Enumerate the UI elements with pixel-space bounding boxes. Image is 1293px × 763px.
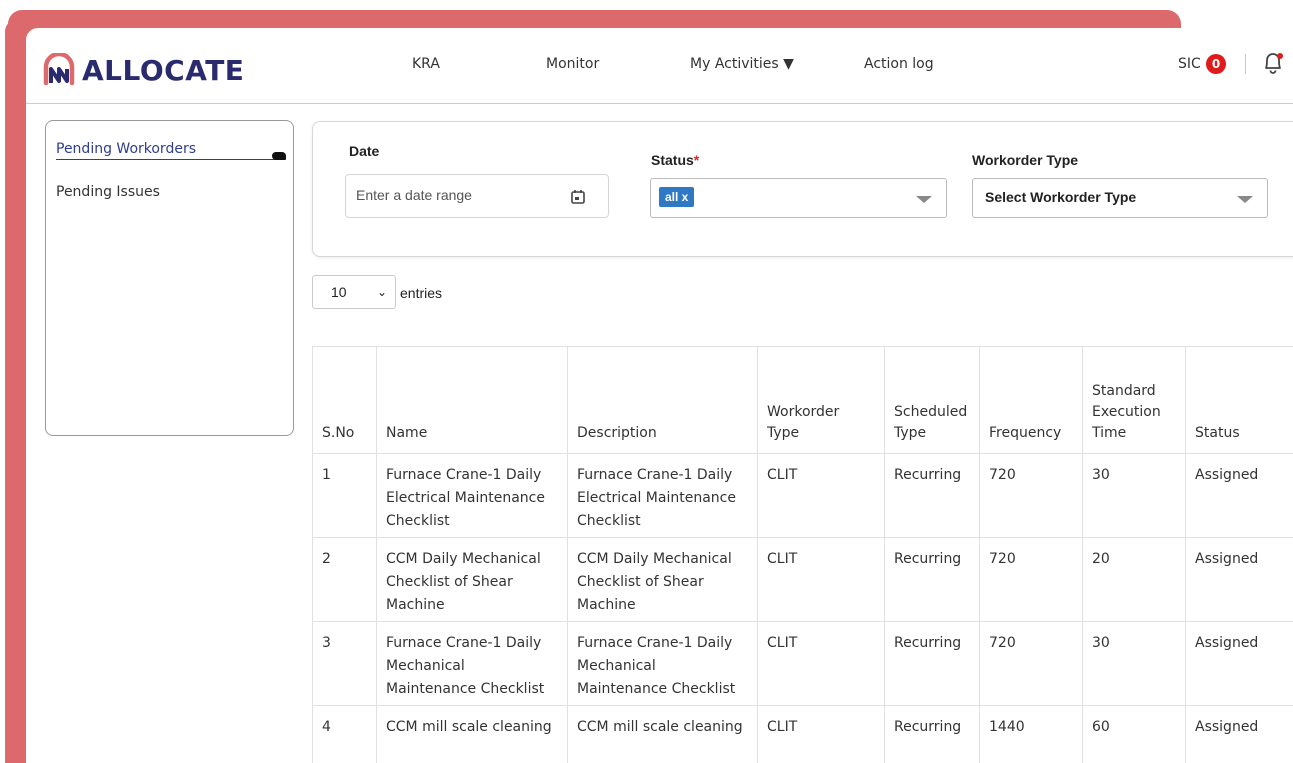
entries-per-page-select[interactable]: 10 ⌄	[312, 275, 396, 309]
workorder-type-value: Select Workorder Type	[985, 189, 1137, 205]
table-row[interactable]: 4 CCM mill scale cleaning CCM mill scale…	[312, 705, 1293, 763]
column-header[interactable]: Workorder Type	[757, 346, 885, 454]
column-header[interactable]: Name	[376, 346, 568, 454]
status-label-text: Status	[651, 152, 694, 168]
cell-name: CCM Daily Mechanical Checklist of Shear …	[376, 537, 568, 622]
entries-label: entries	[400, 285, 443, 301]
workorders-table: S.No Name Description Workorder Type Sch…	[312, 346, 1293, 763]
cell-description: Furnace Crane-1 Daily Electrical Mainten…	[567, 453, 758, 538]
cell-scheduled-type: Recurring	[884, 537, 980, 622]
sidebar-item-pending-issues[interactable]: Pending Issues	[56, 184, 160, 200]
cell-status: Assigned	[1185, 705, 1293, 763]
nav-kra[interactable]: KRA	[412, 56, 440, 72]
nav-my-activities-dropdown[interactable]: My Activities ▼	[690, 56, 794, 72]
cell-status: Assigned	[1185, 453, 1293, 538]
cell-workorder-type: CLIT	[757, 621, 885, 706]
bell-icon[interactable]	[1260, 50, 1286, 80]
cell-execution-time: 60	[1082, 705, 1186, 763]
date-range-field[interactable]	[345, 174, 609, 218]
cell-scheduled-type: Recurring	[884, 621, 980, 706]
cell-frequency: 1440	[979, 705, 1083, 763]
app-window: ALLOCATE KRA Monitor My Activities ▼ Act…	[26, 28, 1293, 763]
nav-action-log[interactable]: Action log	[864, 56, 934, 72]
status-filter-label: Status*	[651, 152, 699, 168]
chevron-down-icon: ⌄	[377, 285, 388, 299]
date-range-input[interactable]	[356, 187, 556, 203]
cell-sno: 4	[312, 705, 377, 763]
cell-workorder-type: CLIT	[757, 537, 885, 622]
filter-panel: Date Status* all x Workorder Type Select…	[312, 121, 1293, 257]
table-row[interactable]: 3 Furnace Crane-1 Daily Mechanical Maint…	[312, 621, 1293, 706]
cell-workorder-type: CLIT	[757, 705, 885, 763]
cell-execution-time: 30	[1082, 621, 1186, 706]
dropdown-caret-icon	[916, 196, 932, 203]
status-multiselect[interactable]: all x	[650, 178, 947, 218]
table-row[interactable]: 2 CCM Daily Mechanical Checklist of Shea…	[312, 537, 1293, 622]
top-navbar: ALLOCATE KRA Monitor My Activities ▼ Act…	[26, 28, 1293, 104]
cell-name: CCM mill scale cleaning	[376, 705, 568, 763]
workorder-type-select[interactable]: Select Workorder Type	[972, 178, 1268, 218]
column-header[interactable]: Frequency	[979, 346, 1083, 454]
sidebar-active-indicator	[272, 152, 286, 160]
cell-workorder-type: CLIT	[757, 453, 885, 538]
cell-status: Assigned	[1185, 621, 1293, 706]
table-row[interactable]: 1 Furnace Crane-1 Daily Electrical Maint…	[312, 453, 1293, 538]
table-header-row: S.No Name Description Workorder Type Sch…	[312, 346, 1293, 454]
dropdown-caret-icon	[1237, 196, 1253, 203]
date-filter-label: Date	[349, 143, 380, 159]
cell-frequency: 720	[979, 621, 1083, 706]
workorder-type-label: Workorder Type	[972, 152, 1079, 168]
column-header[interactable]: Description	[567, 346, 758, 454]
cell-description: Furnace Crane-1 Daily Mechanical Mainten…	[567, 621, 758, 706]
cell-status: Assigned	[1185, 537, 1293, 622]
cell-scheduled-type: Recurring	[884, 453, 980, 538]
cell-description: CCM mill scale cleaning	[567, 705, 758, 763]
column-header[interactable]: S.No	[312, 346, 377, 454]
cell-sno: 1	[312, 453, 377, 538]
calendar-icon[interactable]	[570, 189, 586, 209]
sidebar: Pending Workorders Pending Issues	[45, 120, 294, 436]
cell-description: CCM Daily Mechanical Checklist of Shear …	[567, 537, 758, 622]
column-header[interactable]: Status	[1185, 346, 1293, 454]
cell-execution-time: 20	[1082, 537, 1186, 622]
brand-logo[interactable]: ALLOCATE	[42, 48, 244, 92]
required-asterisk: *	[693, 152, 700, 168]
cell-scheduled-type: Recurring	[884, 705, 980, 763]
nav-monitor[interactable]: Monitor	[546, 56, 599, 72]
brand-name: ALLOCATE	[82, 53, 245, 87]
cell-frequency: 720	[979, 453, 1083, 538]
sidebar-active-underline	[56, 159, 284, 160]
cell-name: Furnace Crane-1 Daily Electrical Mainten…	[376, 453, 568, 538]
decorative-frame-left	[5, 18, 27, 763]
column-header[interactable]: Scheduled Type	[884, 346, 980, 454]
column-header[interactable]: Standard Execution Time	[1082, 346, 1186, 454]
cell-sno: 2	[312, 537, 377, 622]
cell-frequency: 720	[979, 537, 1083, 622]
status-tag-all[interactable]: all x	[659, 187, 695, 207]
header-divider	[1245, 54, 1246, 74]
entries-value: 10	[331, 284, 347, 300]
notification-count-badge: 0	[1206, 54, 1226, 74]
cell-sno: 3	[312, 621, 377, 706]
allocate-logo-icon	[43, 53, 75, 86]
cell-execution-time: 30	[1082, 453, 1186, 538]
sidebar-item-pending-workorders[interactable]: Pending Workorders	[56, 141, 196, 157]
user-label[interactable]: SIC	[1178, 56, 1201, 72]
cell-name: Furnace Crane-1 Daily Mechanical Mainten…	[376, 621, 568, 706]
